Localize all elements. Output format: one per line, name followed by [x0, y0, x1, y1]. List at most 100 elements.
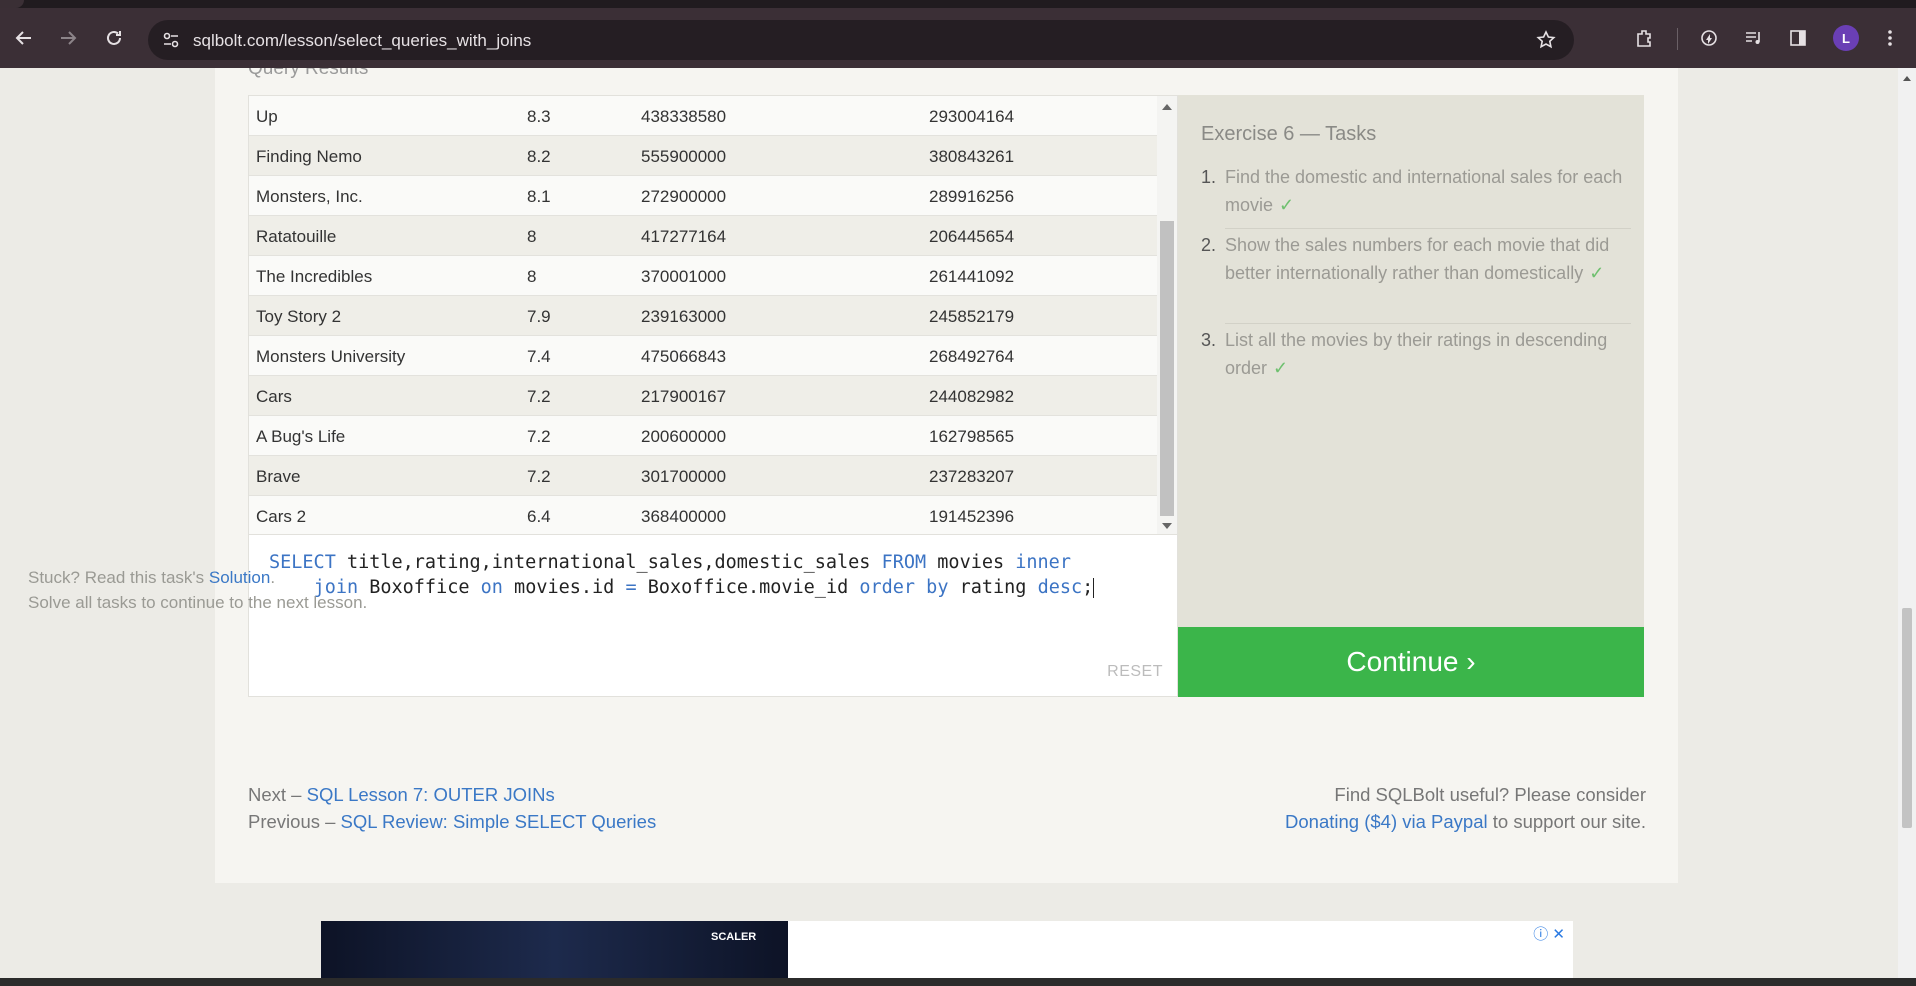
- reset-button[interactable]: RESET: [1107, 663, 1163, 681]
- task-number: 1.: [1201, 167, 1217, 187]
- cell-title: The Incredibles: [256, 267, 373, 286]
- sql-text: rating: [948, 577, 1038, 598]
- cell-title: Cars 2: [256, 507, 307, 526]
- address-bar[interactable]: sqlbolt.com/lesson/select_queries_with_j…: [148, 20, 1574, 60]
- performance-icon[interactable]: [1695, 24, 1723, 52]
- task-number: 2.: [1201, 235, 1217, 255]
- task-divider: [1225, 228, 1631, 229]
- bookmark-star-icon[interactable]: [1536, 30, 1556, 55]
- profile-avatar[interactable]: L: [1833, 25, 1859, 51]
- cell-international-sales: 200600000: [641, 427, 727, 446]
- cell-title: Toy Story 2: [256, 307, 342, 326]
- solution-link[interactable]: Solution: [209, 568, 270, 587]
- side-panel-icon[interactable]: [1784, 24, 1812, 52]
- sql-text: ;: [1082, 577, 1094, 598]
- page-content: Query Results Up 8.3 438338580 293004164 Fin…: [0, 68, 1916, 978]
- donate-link[interactable]: Donating ($4) via Paypal: [1285, 811, 1488, 832]
- cell-title: A Bug's Life: [256, 427, 346, 446]
- next-lesson-link[interactable]: SQL Lesson 7: OUTER JOINs: [307, 784, 555, 805]
- back-icon[interactable]: [10, 24, 38, 52]
- cell-rating: 8.1: [527, 187, 551, 206]
- cell-domestic-sales: 261441092: [929, 267, 1015, 286]
- text-cursor: [1093, 578, 1095, 598]
- cell-rating: 7.2: [527, 427, 551, 446]
- sql-text: Boxoffice: [358, 577, 481, 598]
- tasks-panel: Exercise 6 — Tasks 1. Find the domestic …: [1178, 95, 1644, 627]
- next-prefix: Next –: [248, 784, 307, 805]
- sql-editor[interactable]: SELECT title,rating,international_sales,…: [248, 535, 1178, 697]
- code-line[interactable]: join Boxoffice on movies.id = Boxoffice.…: [269, 575, 1095, 600]
- reload-icon[interactable]: [100, 24, 128, 52]
- sql-keyword: =: [625, 577, 637, 598]
- previous-prefix: Previous –: [248, 811, 341, 832]
- task-divider: [1225, 323, 1631, 324]
- ad-image[interactable]: SCALER: [321, 921, 788, 978]
- cell-international-sales: 272900000: [641, 187, 727, 206]
- cell-title: Monsters University: [256, 347, 406, 366]
- cell-domestic-sales: 237283207: [929, 467, 1015, 486]
- ad-info-close-icon[interactable]: ⓘ ✕: [1533, 923, 1565, 944]
- useful-text: Find SQLBolt useful? Please consider: [1334, 784, 1646, 805]
- previous-lesson-link[interactable]: SQL Review: Simple SELECT Queries: [341, 811, 657, 832]
- cell-rating: 8.2: [527, 147, 551, 166]
- cell-international-sales: 475066843: [641, 347, 727, 366]
- check-icon: ✓: [1279, 195, 1295, 215]
- taskbar-edge: [0, 978, 1916, 986]
- cell-title: Up: [256, 107, 278, 126]
- solve-all-text: Solve all tasks to continue to the next …: [28, 593, 368, 612]
- cell-domestic-sales: 268492764: [929, 347, 1015, 366]
- page-scrollbar-thumb[interactable]: [1902, 608, 1912, 828]
- forward-icon[interactable]: [54, 24, 82, 52]
- table-row: Monsters, Inc. 8.1 272900000 289916256: [249, 176, 1159, 216]
- task-text: Show the sales numbers for each movie th…: [1225, 235, 1610, 283]
- cell-rating: 7.9: [527, 307, 551, 326]
- scroll-up-icon[interactable]: [1903, 76, 1911, 81]
- site-settings-icon[interactable]: [162, 31, 180, 54]
- cell-rating: 6.4: [527, 507, 551, 526]
- cell-international-sales: 301700000: [641, 467, 727, 486]
- cell-rating: 7.2: [527, 387, 551, 406]
- sql-keyword: inner: [1015, 552, 1071, 573]
- url-text[interactable]: sqlbolt.com/lesson/select_queries_with_j…: [193, 31, 531, 51]
- check-icon: ✓: [1589, 263, 1605, 283]
- cell-international-sales: 417277164: [641, 227, 727, 246]
- table-row: A Bug's Life 7.2 200600000 162798565: [249, 416, 1159, 456]
- browser-toolbar: sqlbolt.com/lesson/select_queries_with_j…: [0, 8, 1916, 68]
- cell-domestic-sales: 244082982: [929, 387, 1015, 406]
- cell-international-sales: 217900167: [641, 387, 727, 406]
- query-results-table[interactable]: Up 8.3 438338580 293004164 Finding Nemo 8.2 55…: [248, 95, 1178, 535]
- tab-strip: [0, 0, 1916, 8]
- advertisement-banner[interactable]: SCALER ⓘ ✕: [321, 921, 1573, 978]
- ad-brand: SCALER: [711, 931, 757, 943]
- table-row: Cars 7.2 217900167 244082982: [249, 376, 1159, 416]
- scroll-up-icon[interactable]: [1162, 104, 1172, 110]
- table-row: Brave 7.2 301700000 237283207: [249, 456, 1159, 496]
- page-scrollbar[interactable]: [1898, 68, 1916, 978]
- table-row: Toy Story 2 7.9 239163000 245852179: [249, 296, 1159, 336]
- table-row: Ratatouille 8 417277164 206445654: [249, 216, 1159, 256]
- results-scrollbar-thumb[interactable]: [1160, 221, 1174, 516]
- active-tab-edge[interactable]: [0, 0, 24, 8]
- extensions-icon[interactable]: [1630, 24, 1658, 52]
- tasks-title: Exercise 6 — Tasks: [1201, 123, 1377, 145]
- cell-international-sales: 368400000: [641, 507, 727, 526]
- sql-keyword: on: [480, 577, 503, 598]
- cell-domestic-sales: 191452396: [929, 507, 1015, 526]
- results-scrollbar[interactable]: [1157, 96, 1177, 534]
- scroll-down-icon[interactable]: [1162, 523, 1172, 529]
- table-row: Up 8.3 438338580 293004164: [249, 96, 1159, 136]
- menu-icon[interactable]: [1876, 24, 1904, 52]
- cell-international-sales: 438338580: [641, 107, 727, 126]
- sql-code[interactable]: SELECT title,rating,international_sales,…: [269, 550, 1095, 600]
- media-controls-icon[interactable]: [1740, 24, 1768, 52]
- task-text: Find the domestic and international sale…: [1225, 167, 1623, 215]
- code-line[interactable]: SELECT title,rating,international_sales,…: [269, 550, 1094, 575]
- stuck-prefix: Stuck? Read this task's: [28, 568, 209, 587]
- continue-button[interactable]: Continue ›: [1178, 627, 1644, 697]
- cell-rating: 8: [527, 267, 537, 286]
- sql-text: movies.id: [502, 577, 626, 598]
- table-row: Finding Nemo 8.2 555900000 380843261: [249, 136, 1159, 176]
- stuck-hint: Stuck? Read this task's Solution. Solve …: [28, 565, 367, 615]
- cell-domestic-sales: 162798565: [929, 427, 1015, 446]
- cell-domestic-sales: 293004164: [929, 107, 1015, 126]
